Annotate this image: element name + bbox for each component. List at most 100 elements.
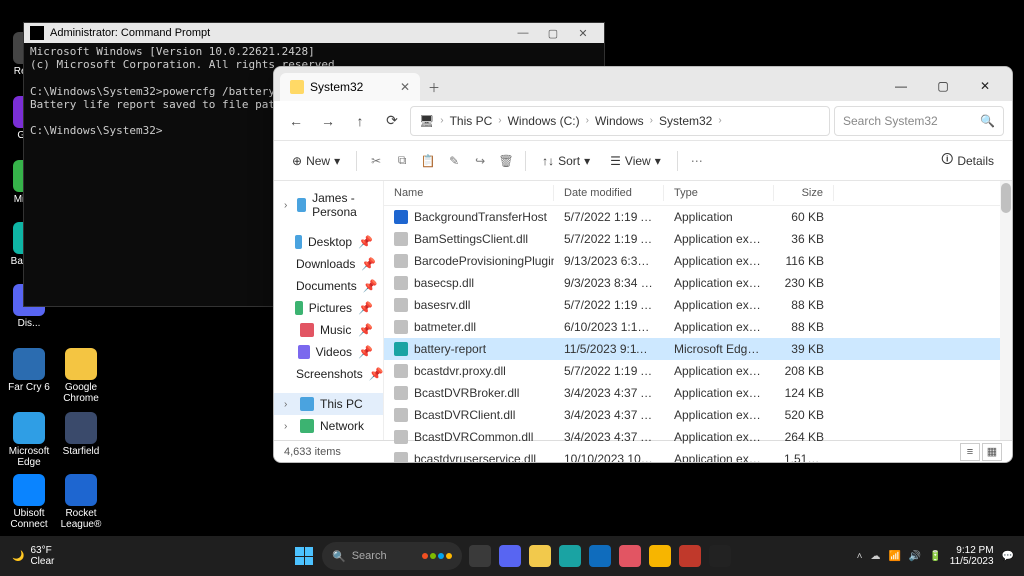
taskbar-app[interactable]	[676, 542, 704, 570]
file-explorer-window[interactable]: System32 ✕ ＋ — ▢ ✕ ← → ↑ ⟳ 🖥 › This PC› …	[273, 66, 1013, 463]
file-row[interactable]: BarcodeProvisioningPlugin.dll9/13/2023 6…	[384, 250, 1012, 272]
sidebar-item[interactable]: Videos📌	[274, 341, 383, 363]
scrollbar[interactable]	[1000, 181, 1012, 440]
maximize-button[interactable]: ▢	[538, 24, 568, 42]
folder-icon	[290, 80, 304, 94]
taskbar-app[interactable]	[556, 542, 584, 570]
cmd-titlebar[interactable]: Administrator: Command Prompt — ▢ ✕	[24, 23, 604, 43]
desktop-icon[interactable]: Microsoft Edge	[8, 412, 50, 468]
back-button[interactable]: ←	[282, 107, 310, 135]
delete-icon[interactable]: 🗑	[495, 147, 517, 175]
breadcrumb[interactable]: This PC	[450, 114, 493, 128]
details-button[interactable]: 🛈 Details	[933, 146, 1002, 175]
desktop-icon[interactable]: Ubisoft Connect	[8, 474, 50, 530]
battery-icon[interactable]: 🔋	[929, 551, 941, 562]
sidebar-item-personal[interactable]: › James - Persona	[274, 187, 383, 223]
minimize-button[interactable]: —	[880, 71, 922, 101]
sort-button[interactable]: ↑↓ Sort ▾	[534, 150, 598, 172]
breadcrumb[interactable]: System32	[659, 114, 712, 128]
desktop-icon[interactable]: Far Cry 6	[8, 348, 50, 393]
file-row[interactable]: bcastdvr.proxy.dll5/7/2022 1:19 AMApplic…	[384, 360, 1012, 382]
file-row[interactable]: BackgroundTransferHost5/7/2022 1:19 AMAp…	[384, 206, 1012, 228]
file-row[interactable]: BcastDVRClient.dll3/4/2023 4:37 AMApplic…	[384, 404, 1012, 426]
scrollbar-thumb[interactable]	[1001, 183, 1011, 213]
taskbar-app[interactable]	[706, 542, 734, 570]
sidebar-item[interactable]: Pictures📌	[274, 297, 383, 319]
breadcrumb[interactable]: Windows	[595, 114, 644, 128]
file-date: 3/4/2023 4:37 AM	[554, 407, 664, 423]
icon-label: Microsoft Edge	[8, 446, 50, 468]
sidebar-item[interactable]: Downloads📌	[274, 253, 383, 275]
rename-icon[interactable]: ✎	[443, 147, 465, 175]
weather-widget[interactable]: 🌙 63°F Clear	[0, 545, 66, 567]
volume-icon[interactable]: 🔊	[909, 551, 921, 562]
sidebar-item[interactable]: Documents📌	[274, 275, 383, 297]
file-row[interactable]: battery-report11/5/2023 9:11 PMMicrosoft…	[384, 338, 1012, 360]
taskbar-app[interactable]	[466, 542, 494, 570]
col-name[interactable]: Name	[384, 185, 554, 201]
up-button[interactable]: ↑	[346, 107, 374, 135]
taskbar-app[interactable]	[616, 542, 644, 570]
maximize-button[interactable]: ▢	[922, 71, 964, 101]
col-size[interactable]: Size	[774, 185, 834, 201]
clock[interactable]: 9:12 PM 11/5/2023	[950, 545, 994, 567]
tab-close-icon[interactable]: ✕	[400, 80, 410, 94]
file-row[interactable]: BcastDVRCommon.dll3/4/2023 4:37 AMApplic…	[384, 426, 1012, 448]
more-icon[interactable]: ⋯	[686, 147, 708, 175]
pin-icon[interactable]: 📌	[358, 345, 373, 359]
desktop-icon[interactable]: Rocket League®	[60, 474, 102, 530]
copy-icon[interactable]: ⧉	[391, 147, 413, 175]
sidebar-item[interactable]: Music📌	[274, 319, 383, 341]
file-row[interactable]: basecsp.dll9/3/2023 8:34 PMApplication e…	[384, 272, 1012, 294]
notifications-icon[interactable]: 💬	[1002, 551, 1014, 562]
col-date[interactable]: Date modified	[554, 185, 664, 201]
desktop-icon[interactable]: Google Chrome	[60, 348, 102, 404]
paste-icon[interactable]: 📋	[417, 147, 439, 175]
close-button[interactable]: ✕	[964, 71, 1006, 101]
taskbar-app[interactable]	[496, 542, 524, 570]
file-row[interactable]: BamSettingsClient.dll5/7/2022 1:19 AMApp…	[384, 228, 1012, 250]
share-icon[interactable]: ↪	[469, 147, 491, 175]
new-button[interactable]: ⊕ New ▾	[284, 150, 348, 172]
sidebar-item[interactable]: Desktop 📌	[274, 231, 383, 253]
pin-icon[interactable]: 📌	[358, 301, 373, 315]
taskbar-app[interactable]	[526, 542, 554, 570]
file-date: 11/5/2023 9:11 PM	[554, 341, 664, 357]
minimize-button[interactable]: —	[508, 24, 538, 42]
explorer-tab[interactable]: System32 ✕	[280, 73, 420, 101]
file-row[interactable]: BcastDVRBroker.dll3/4/2023 4:37 AMApplic…	[384, 382, 1012, 404]
file-row[interactable]: bcastdvruserservice.dll10/10/2023 10:43 …	[384, 448, 1012, 463]
file-row[interactable]: basesrv.dll5/7/2022 1:19 AMApplication e…	[384, 294, 1012, 316]
file-size: 116 KB	[774, 253, 834, 269]
file-row[interactable]: batmeter.dll6/10/2023 1:18 AMApplication…	[384, 316, 1012, 338]
sidebar-item[interactable]: ›Network	[274, 415, 383, 437]
refresh-button[interactable]: ⟳	[378, 107, 406, 135]
view-button[interactable]: ☰ View ▾	[602, 150, 669, 172]
pin-icon[interactable]: 📌	[363, 279, 378, 293]
wifi-icon[interactable]: 📶	[888, 551, 900, 562]
col-type[interactable]: Type	[664, 185, 774, 201]
sidebar-item-label: Desktop	[308, 235, 352, 249]
file-type: Microsoft Edge HT...	[664, 341, 774, 357]
tray-chevron-icon[interactable]: ˄	[857, 551, 863, 562]
cut-icon[interactable]: ✂	[365, 147, 387, 175]
new-tab-button[interactable]: ＋	[420, 73, 448, 101]
sidebar-item[interactable]: Screenshots📌	[274, 363, 383, 385]
pin-icon[interactable]: 📌	[358, 235, 373, 249]
sidebar-item[interactable]: ›This PC	[274, 393, 383, 415]
forward-button[interactable]: →	[314, 107, 342, 135]
onedrive-icon[interactable]: ☁	[870, 551, 880, 562]
taskbar-app[interactable]	[646, 542, 674, 570]
start-button[interactable]	[290, 542, 318, 570]
taskbar-app[interactable]	[586, 542, 614, 570]
taskbar-search[interactable]: 🔍 Search	[322, 542, 462, 570]
breadcrumb[interactable]: Windows (C:)	[508, 114, 580, 128]
pin-icon[interactable]: 📌	[358, 323, 373, 337]
column-headers[interactable]: Name Date modified Type Size	[384, 181, 1012, 206]
pin-icon[interactable]: 📌	[361, 257, 376, 271]
search-input[interactable]: Search System32 🔍	[834, 106, 1004, 136]
address-bar[interactable]: 🖥 › This PC› Windows (C:)› Windows› Syst…	[410, 106, 830, 136]
pin-icon[interactable]: 📌	[369, 367, 384, 381]
desktop-icon[interactable]: Starfield	[60, 412, 102, 457]
close-button[interactable]: ✕	[568, 24, 598, 42]
